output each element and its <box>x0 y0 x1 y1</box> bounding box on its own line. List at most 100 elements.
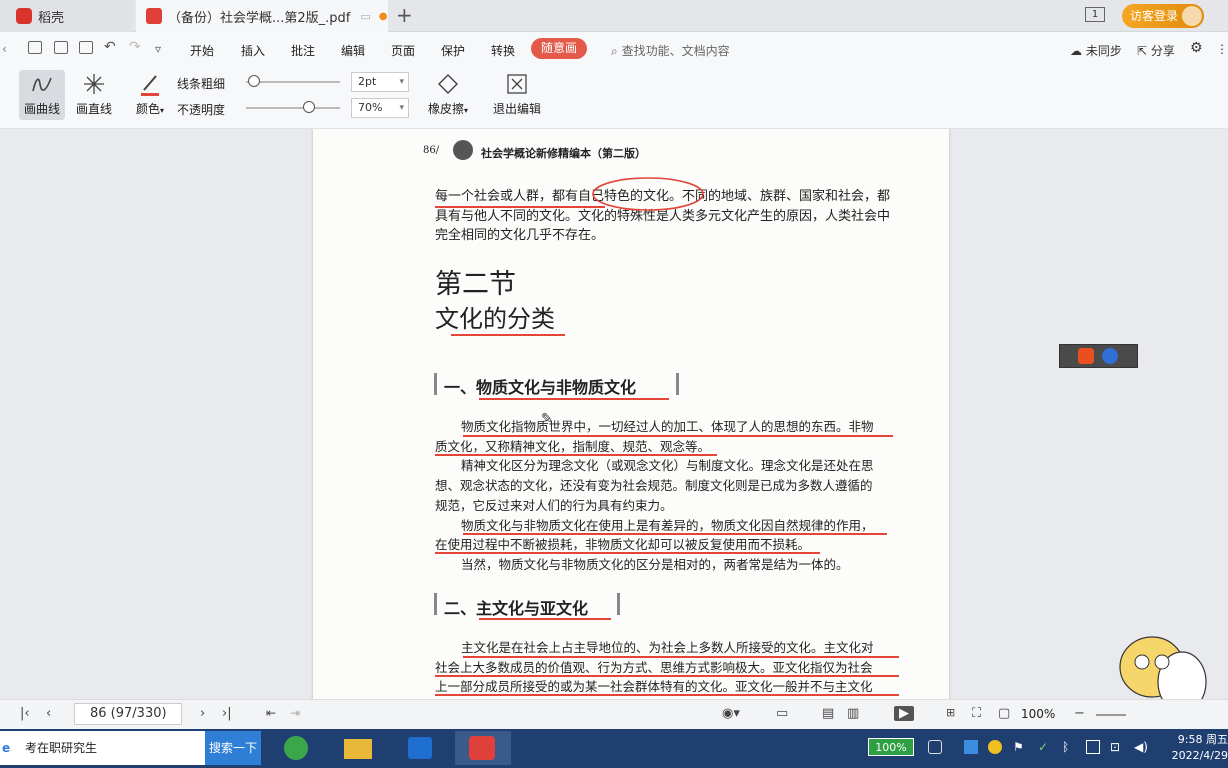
undo-icon[interactable]: ↶ <box>104 39 116 55</box>
pdf-page[interactable]: 86/ 社会学概论新修精编本（第二版） 每一个社会或人群，都有自己特色的文化。不… <box>313 129 949 699</box>
text-line: 物质文化指物质世界中，一切经过人的加工、体现了人的思想的东西。非物 <box>461 419 874 434</box>
menu-protect[interactable]: 保护 <box>441 42 465 59</box>
continuous-page-icon[interactable]: ▤ <box>822 706 834 721</box>
fit-page-icon[interactable]: ⛶ <box>972 706 981 721</box>
tab-pdf[interactable]: （备份）社会学概...第2版_.pdf ▭ ● <box>136 0 388 32</box>
line-icon <box>84 74 104 94</box>
draw-curve-button[interactable]: 画曲线 <box>19 70 65 120</box>
file-explorer-icon[interactable] <box>338 731 378 765</box>
opacity-label: 不透明度 <box>177 103 226 117</box>
prev-page-icon[interactable]: ‹ <box>46 706 51 721</box>
menu-annotate[interactable]: 批注 <box>291 42 315 59</box>
eraser-button[interactable]: 橡皮擦▾ <box>424 70 472 120</box>
more-icon[interactable]: ⋮ <box>1216 42 1228 56</box>
actual-size-icon[interactable]: ⊞ <box>946 706 955 719</box>
menu-page[interactable]: 页面 <box>391 42 415 59</box>
battery-indicator[interactable]: 100% <box>868 738 914 756</box>
opacity-slider[interactable] <box>246 107 340 109</box>
draw-line-button[interactable]: 画直线 <box>74 70 114 120</box>
annotation-underline <box>463 435 893 437</box>
search-placeholder: 查找功能、文档内容 <box>621 44 730 58</box>
menu-edit[interactable]: 编辑 <box>341 42 365 59</box>
zoom-value[interactable]: 100% <box>1021 707 1055 721</box>
more-dropdown-icon[interactable]: ▿ <box>155 42 161 56</box>
meeting-icon[interactable] <box>964 740 978 754</box>
back-icon[interactable]: ⇤ <box>266 706 276 720</box>
video-app-icon[interactable] <box>400 731 440 765</box>
eye-protect-icon[interactable]: ◉▾ <box>722 706 740 721</box>
curve-label: 画曲线 <box>23 102 60 116</box>
exit-edit-button[interactable]: 退出编辑 <box>490 70 544 120</box>
line-width-slider[interactable] <box>246 81 340 83</box>
save-icon[interactable] <box>54 41 68 54</box>
page-number-input[interactable]: 86 (97/330) <box>74 703 182 725</box>
menu-start[interactable]: 开始 <box>190 42 214 59</box>
wps-app-icon[interactable] <box>455 731 511 765</box>
opacity-select[interactable]: 70% ▾ <box>351 98 409 118</box>
menu-convert[interactable]: 转换 <box>491 42 515 59</box>
taskbar-search-input[interactable]: e 考在职研究生 <box>0 731 205 765</box>
opacity-knob[interactable] <box>303 101 315 113</box>
book-logo-icon <box>453 140 473 160</box>
device-icon[interactable] <box>1086 740 1100 754</box>
clock-date: 2022/4/29 <box>1171 749 1228 762</box>
sogou-icon <box>1078 348 1094 364</box>
tab-docer[interactable]: 稻壳 <box>0 0 133 32</box>
color-button[interactable]: 颜色▾ <box>130 70 170 120</box>
single-page-icon[interactable]: ▭ <box>776 706 788 721</box>
avatar <box>1182 6 1202 26</box>
exit-label: 退出编辑 <box>492 102 541 116</box>
text-line: 规范，它反过来对人们的行为具有约束力。 <box>435 497 673 513</box>
text-line: 当然，物质文化与非物质文化的区分是相对的，两者常是结为一体的。 <box>461 556 849 572</box>
play-icon[interactable]: ▶ <box>894 706 914 721</box>
menu-insert[interactable]: 插入 <box>241 42 265 59</box>
system-clock[interactable]: 9:58 周五 2022/4/29 <box>1168 732 1228 764</box>
plus-icon[interactable] <box>988 740 1002 754</box>
search-icon: ⌕ <box>611 44 618 58</box>
new-tab-button[interactable]: + <box>396 5 413 25</box>
open-icon[interactable] <box>28 41 42 54</box>
tab-window-icon[interactable]: ▭ <box>360 10 370 23</box>
forward-icon[interactable]: ⇥ <box>290 706 300 720</box>
settings-gear-icon[interactable]: ⚙ <box>1190 40 1203 56</box>
tab-label: （备份）社会学概...第2版_.pdf <box>168 10 351 26</box>
help-icon <box>1102 348 1118 364</box>
dual-page-icon[interactable]: ▥ <box>847 706 859 721</box>
ie-icon: e <box>2 741 11 755</box>
menu-collapse-icon[interactable]: ‹ <box>2 42 7 56</box>
menu-freehand[interactable]: 随意画 <box>531 38 587 59</box>
share-button[interactable]: ⇱ 分享 <box>1137 42 1175 59</box>
opacity-value: 70% <box>358 101 383 114</box>
security-icon[interactable]: ✓ <box>1038 740 1052 754</box>
flag-icon[interactable]: ⚑ <box>1013 740 1027 754</box>
sync-button[interactable]: ☁ 未同步 <box>1070 42 1122 59</box>
cpu-icon[interactable] <box>928 740 942 754</box>
next-page-icon[interactable]: › <box>200 706 205 721</box>
ime-toolbar[interactable] <box>1059 344 1138 368</box>
zoom-icon[interactable]: ▢ <box>998 706 1010 721</box>
zoom-out-icon[interactable]: − <box>1074 706 1085 721</box>
window-count-badge[interactable]: 1 <box>1085 7 1105 22</box>
line-width-select[interactable]: 2pt ▾ <box>351 72 409 92</box>
heading-bar <box>676 373 679 395</box>
redo-icon[interactable]: ↷ <box>129 39 141 55</box>
annotation-underline <box>435 206 605 208</box>
dropdown-icon: ▾ <box>464 106 469 115</box>
cloud-icon: ☁ <box>1070 44 1082 58</box>
volume-icon[interactable]: ◀) <box>1134 740 1148 754</box>
login-button[interactable]: 访客登录 <box>1122 4 1204 28</box>
network-icon[interactable]: ⊡ <box>1110 740 1124 754</box>
document-view[interactable]: 86/ 社会学概论新修精编本（第二版） 每一个社会或人群，都有自己特色的文化。不… <box>0 129 1228 699</box>
taskbar-search-button[interactable]: 搜索一下 <box>205 731 261 765</box>
search-input[interactable]: ⌕ 查找功能、文档内容 <box>611 42 730 59</box>
bluetooth-icon[interactable]: ᛒ <box>1062 740 1076 754</box>
zoom-slider[interactable] <box>1096 714 1126 716</box>
last-page-icon[interactable]: ›| <box>222 706 232 721</box>
line-width-knob[interactable] <box>248 75 260 87</box>
line-width-value: 2pt <box>358 75 377 88</box>
print-icon[interactable] <box>79 41 93 54</box>
heading-main-subculture: 二、主文化与亚文化 <box>444 599 589 618</box>
browser-app-icon[interactable] <box>276 731 316 765</box>
first-page-icon[interactable]: |‹ <box>20 706 30 721</box>
clock-time: 9:58 周五 <box>1177 733 1228 746</box>
